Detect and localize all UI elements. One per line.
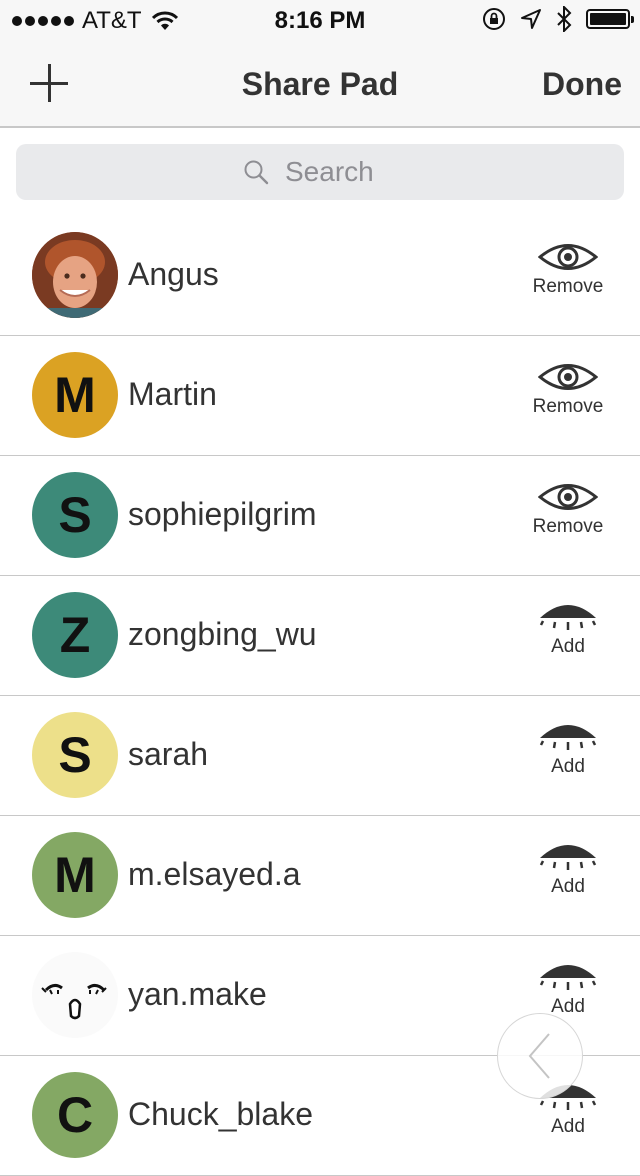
action-label: Add xyxy=(551,636,585,657)
avatar-letter: M xyxy=(32,832,118,918)
eye-closed-icon xyxy=(539,845,597,870)
location-icon xyxy=(521,9,541,29)
user-row-angus[interactable]: Angus Remove xyxy=(0,216,640,336)
avatar-letter: S xyxy=(32,712,118,798)
status-bar: AT&T 8:16 PM xyxy=(0,0,640,40)
eye-open-icon xyxy=(538,364,598,390)
navigation-bar: Share Pad Done xyxy=(0,40,640,128)
user-row-zongbing-wu[interactable]: Z zongbing_wu Add xyxy=(0,576,640,696)
user-name: zongbing_wu xyxy=(128,616,317,652)
cartoon-face-icon xyxy=(41,983,107,1020)
avatar-letter: C xyxy=(32,1072,118,1158)
search-field[interactable] xyxy=(16,144,624,200)
search-icon xyxy=(244,160,269,185)
remove-button[interactable]: Remove xyxy=(518,480,618,538)
add-button[interactable]: Add xyxy=(518,720,618,778)
add-button[interactable]: Add xyxy=(518,960,618,1018)
eye-closed-icon xyxy=(539,965,597,990)
user-name: sarah xyxy=(128,736,209,772)
user-name: yan.make xyxy=(128,976,267,1012)
user-row-sophiepilgrim[interactable]: S sophiepilgrim Remove xyxy=(0,456,640,576)
search-input[interactable] xyxy=(283,155,397,189)
eye-closed-icon xyxy=(539,605,597,630)
action-label: Add xyxy=(551,756,585,777)
action-label: Add xyxy=(551,876,585,897)
remove-button[interactable]: Remove xyxy=(518,240,618,298)
user-name: Martin xyxy=(128,376,217,412)
avatar-letter: Z xyxy=(32,592,118,678)
add-button[interactable]: Add xyxy=(518,840,618,898)
action-label: Remove xyxy=(532,276,604,297)
avatar-letter: S xyxy=(32,472,118,558)
bluetooth-icon xyxy=(557,6,572,32)
remove-button[interactable]: Remove xyxy=(518,360,618,418)
rotation-lock-icon xyxy=(483,8,505,30)
person-photo-icon xyxy=(32,232,118,318)
floating-back-button[interactable] xyxy=(497,1013,583,1099)
eye-open-icon xyxy=(538,484,598,510)
avatar-photo xyxy=(32,232,118,318)
add-button[interactable]: Add xyxy=(518,600,618,658)
done-button[interactable]: Done xyxy=(542,66,622,103)
battery-icon xyxy=(586,9,634,29)
search-bar xyxy=(0,128,640,216)
avatar-drawing xyxy=(32,952,118,1038)
chevron-left-icon xyxy=(528,1033,550,1079)
user-row-martin[interactable]: M Martin Remove xyxy=(0,336,640,456)
action-label: Remove xyxy=(532,516,604,537)
action-label: Add xyxy=(551,1116,585,1137)
eye-open-icon xyxy=(538,244,598,270)
status-icons xyxy=(482,6,634,32)
eye-closed-icon xyxy=(539,725,597,750)
user-name: Chuck_blake xyxy=(128,1096,313,1132)
user-row-m-elsayed-a[interactable]: M m.elsayed.a Add xyxy=(0,816,640,936)
action-label: Remove xyxy=(532,396,604,417)
user-name: m.elsayed.a xyxy=(128,856,301,892)
avatar-letter: M xyxy=(32,352,118,438)
user-row-sarah[interactable]: S sarah Add xyxy=(0,696,640,816)
user-name: Angus xyxy=(128,256,219,292)
user-name: sophiepilgrim xyxy=(128,496,317,532)
